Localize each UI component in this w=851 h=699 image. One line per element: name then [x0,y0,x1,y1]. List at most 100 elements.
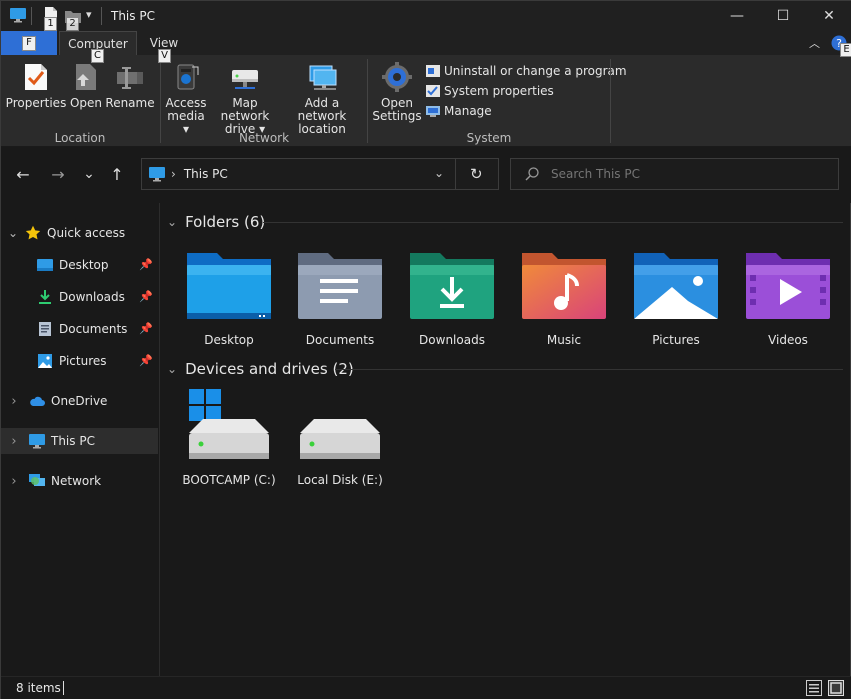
maximize-button[interactable]: ☐ [760,1,806,31]
folder-label: Pictures [652,333,700,347]
keytip-2: 2 [66,17,79,31]
breadcrumb-this-pc[interactable]: This PC [184,167,228,181]
section-divider [263,222,843,223]
properties-button[interactable]: Properties [6,61,66,110]
refresh-button[interactable]: ↻ [470,165,483,183]
pin-icon[interactable]: 📌 [139,290,153,303]
sidebar-item-documents[interactable]: Documents 📌 [1,316,158,342]
drives-section-header[interactable]: ⌄ Devices and drives (2) [167,360,354,378]
downloads-folder-icon [410,253,494,319]
tab-view-label: View [149,36,179,50]
folder-label: Downloads [419,333,485,347]
properties-icon [20,61,52,93]
folder-tile-desktop[interactable]: Desktop [177,249,281,347]
drive-label: BOOTCAMP (C:) [182,473,276,487]
add-network-label-1: Add a network [297,96,347,123]
windows-logo-icon [189,389,221,421]
sidebar-item-onedrive[interactable]: › OneDrive [1,388,158,414]
pin-icon[interactable]: 📌 [139,258,153,271]
collapse-chevron-icon[interactable]: ⌄ [167,362,177,376]
rename-button[interactable]: Rename [105,61,155,110]
search-input[interactable] [551,167,831,181]
folder-label: Documents [305,333,375,347]
access-media-button[interactable]: Access media ▾ [164,61,208,136]
breadcrumb-separator[interactable]: › [171,167,176,181]
folder-label: Desktop [204,333,254,347]
uninstall-icon [426,65,440,77]
open-settings-button[interactable]: Open Settings [372,61,422,123]
sidebar-item-downloads[interactable]: Downloads 📌 [1,284,158,310]
uninstall-label: Uninstall or change a program [444,64,627,78]
network-group-label: Network [238,131,290,145]
folder-tile-videos[interactable]: Videos [736,249,840,347]
expand-chevron-icon[interactable]: ⌄ [1,226,25,240]
status-bar: 8 items [1,676,851,699]
drive-tile-bootcamp[interactable]: BOOTCAMP (C:) [177,389,281,487]
sidebar-item-network[interactable]: › Network [1,468,158,494]
add-network-location-button[interactable]: Add a network location [282,61,362,136]
folder-label: Music [546,333,582,347]
ribbon: Properties Open Rename Location Access m… [1,55,851,147]
quick-access-dropdown-icon[interactable]: ▾ [86,8,92,21]
sidebar-item-pictures[interactable]: Pictures 📌 [1,348,158,374]
manage-button[interactable]: Manage [425,101,627,121]
download-icon [39,290,51,304]
open-icon [70,61,102,93]
expand-chevron-icon[interactable]: › [1,394,27,409]
folder-tile-downloads[interactable]: Downloads [400,249,504,347]
address-bar[interactable]: › This PC ⌄ ↻ [141,158,499,190]
map-drive-icon [229,61,261,93]
large-icons-view-button[interactable] [828,680,844,699]
system-properties-icon [426,85,440,97]
window-title: This PC [111,9,155,23]
folder-tile-pictures[interactable]: Pictures [624,249,728,347]
sidebar-item-label: Desktop [59,258,109,272]
open-label: Open [69,96,103,110]
pin-icon[interactable]: 📌 [139,322,153,335]
sidebar-item-label: Quick access [47,226,126,240]
search-box[interactable] [510,158,839,190]
collapse-chevron-icon[interactable]: ⌄ [167,215,177,229]
map-network-drive-button[interactable]: Map network drive ▾ [208,61,282,136]
expand-chevron-icon[interactable]: › [1,434,27,449]
uninstall-program-button[interactable]: Uninstall or change a program [425,61,627,81]
details-view-button[interactable] [806,680,822,699]
sidebar-item-desktop[interactable]: Desktop 📌 [1,252,158,278]
collapse-ribbon-icon[interactable]: ︿ [809,35,820,51]
tab-file[interactable]: F [1,31,57,55]
network-icon [29,474,45,486]
large-icons-view-icon [828,680,844,696]
pin-icon[interactable]: 📌 [139,354,153,367]
minimize-button[interactable]: — [714,1,760,31]
videos-folder-icon [746,253,830,319]
network-location-icon [306,61,338,93]
close-button[interactable]: ✕ [806,1,851,31]
system-properties-button[interactable]: System properties [425,81,627,101]
folder-tile-documents[interactable]: Documents [288,249,392,347]
back-button[interactable]: ← [10,161,36,187]
sidebar-item-quick-access[interactable]: ⌄ Quick access [1,220,158,246]
rename-label: Rename [105,96,155,110]
folders-section-header[interactable]: ⌄ Folders (6) [167,213,265,231]
rename-icon [114,61,146,93]
sidebar-item-this-pc[interactable]: › This PC [1,428,158,454]
cloud-icon [30,396,45,406]
sidebar-item-label: OneDrive [51,394,108,408]
file-explorer-window: 1 2 ▾ This PC — ☐ ✕ F Computer C View V … [0,0,851,699]
settings-gear-icon [381,61,413,93]
recent-locations-button[interactable]: ⌄ [76,161,102,187]
system-commands: Uninstall or change a program System pro… [425,61,627,121]
manage-label: Manage [444,104,492,118]
system-properties-label: System properties [444,84,554,98]
open-button[interactable]: Open [67,61,105,110]
address-dropdown-icon[interactable]: ⌄ [434,166,444,180]
search-icon [525,167,539,181]
keytip-f: F [22,35,36,51]
expand-chevron-icon[interactable]: › [1,474,27,489]
this-pc-icon [10,8,26,26]
forward-button[interactable]: → [45,161,71,187]
desktop-folder-icon [187,253,271,319]
drive-tile-local-disk[interactable]: Local Disk (E:) [288,389,392,487]
up-button[interactable]: ↑ [104,161,130,187]
folder-tile-music[interactable]: Music [512,249,616,347]
